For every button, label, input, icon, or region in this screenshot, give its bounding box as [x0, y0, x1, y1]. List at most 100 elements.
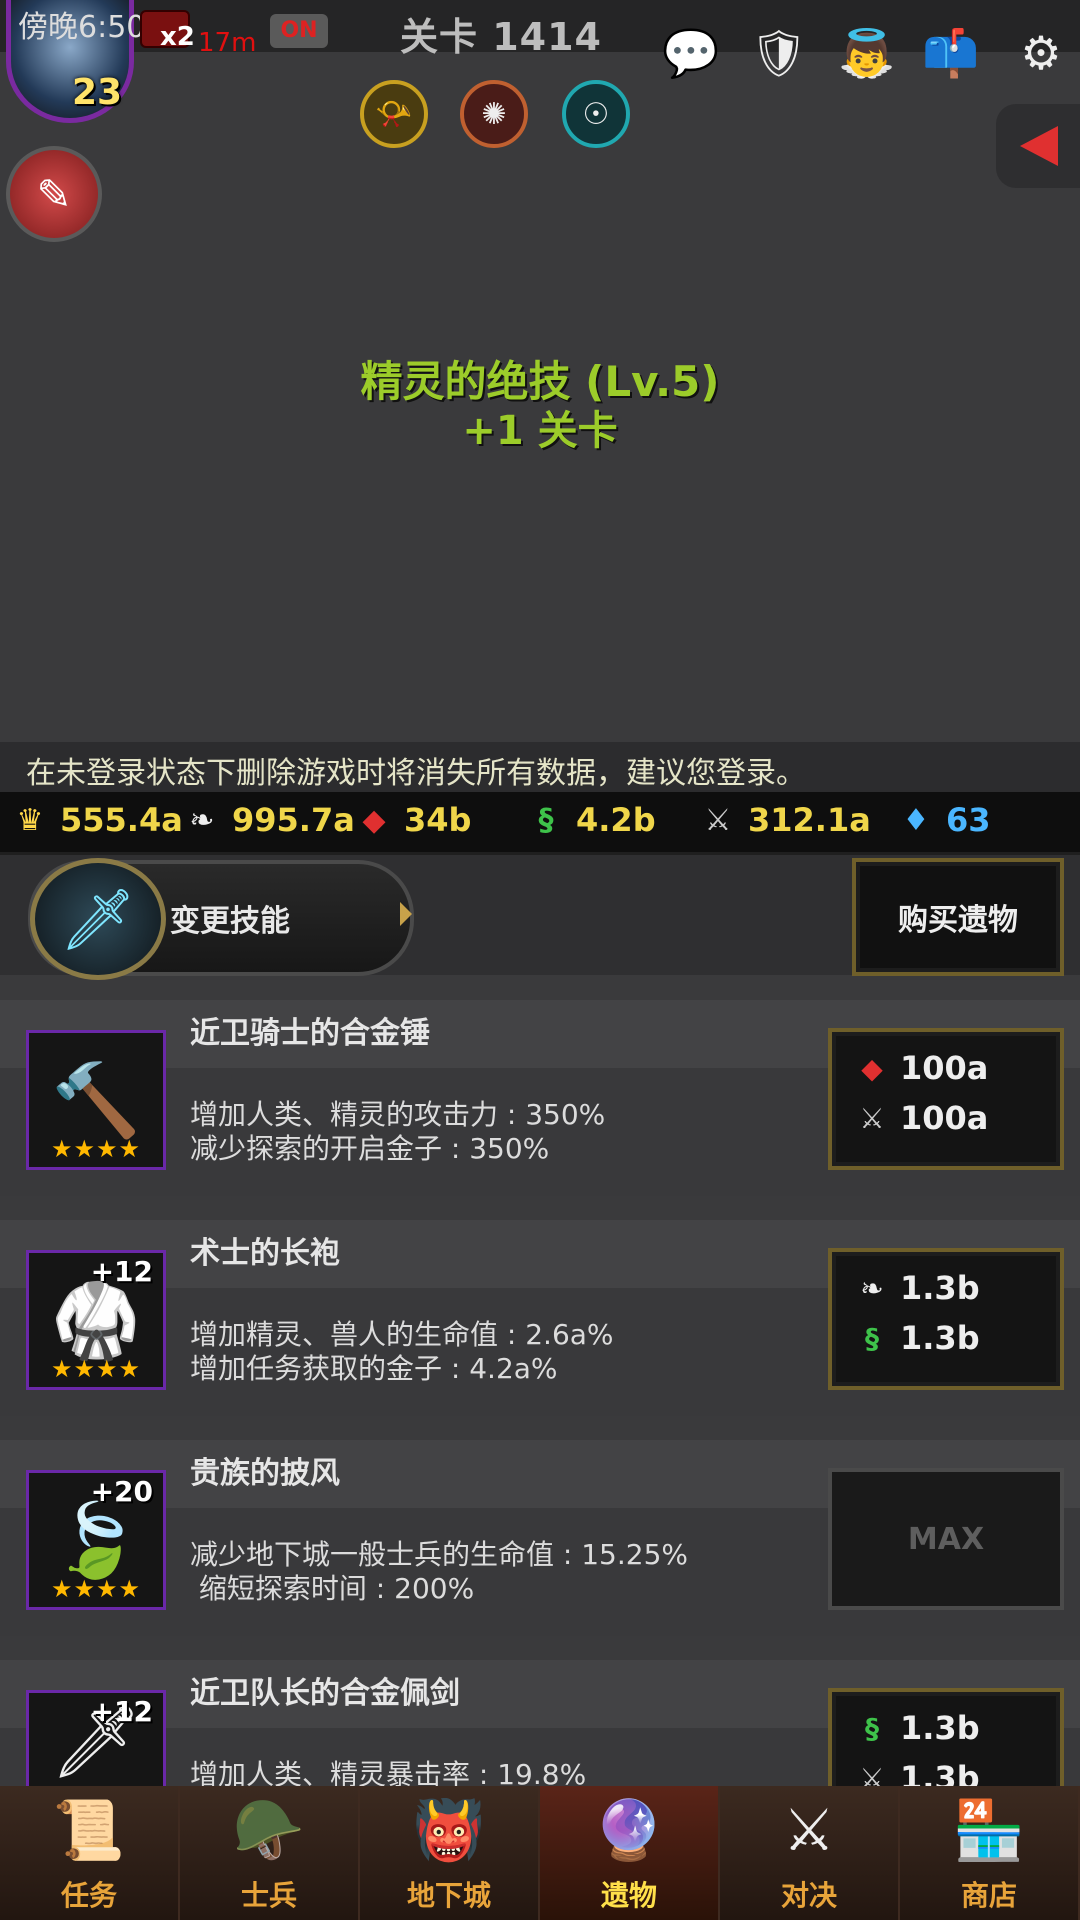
currency-item: ⚔ 312.1a — [696, 798, 871, 842]
relic-name: 贵族的披风 — [190, 1456, 340, 1491]
arrow-left-icon — [1020, 126, 1058, 166]
relic-name: 近卫骑士的合金锤 — [190, 1016, 430, 1051]
nav-tab-label: 士兵 — [240, 1879, 297, 1912]
scroll-icon: 📜 — [52, 1796, 126, 1864]
skill-notice-subtitle: +1 关卡 — [462, 408, 618, 454]
claw-icon: ⚔ — [704, 802, 732, 838]
helmet-icon: 🪖 — [232, 1796, 306, 1864]
currency-value: 995.7a — [232, 801, 355, 839]
relic-description: 增加人类、精灵的攻击力 : 350% 减少探索的开启金子 : 350% — [190, 1098, 606, 1165]
buy-relic-button[interactable]: 购买遗物 — [852, 858, 1064, 976]
crown-icon: ♛ — [16, 802, 44, 838]
login-warning-banner: 在未登录状态下删除游戏时将消失所有数据，建议您登录。 — [0, 742, 1080, 792]
claw-icon: ⚔ — [859, 1101, 885, 1135]
relic-upgrade-button[interactable]: § 1.3b ⚔ 1.3b — [828, 1688, 1064, 1797]
nav-tab-label: 对决 — [780, 1879, 837, 1912]
relic-name: 术士的长袍 — [190, 1236, 340, 1271]
auto-toggle[interactable]: ON — [270, 14, 328, 48]
cost-value: 100a — [900, 1049, 989, 1087]
nav-tab[interactable]: 🏪 商店 — [900, 1786, 1080, 1920]
relic-name: 近卫队长的合金佩剑 — [190, 1676, 460, 1711]
cost-value: 1.3b — [900, 1269, 980, 1307]
relic-item-icon[interactable]: 🍃 +20 ★★★★ — [26, 1470, 166, 1610]
shop-icon: 🏪 — [952, 1796, 1026, 1864]
relic-art-icon: 🔨 — [51, 1057, 141, 1142]
cleanup-button[interactable]: ✎ — [6, 146, 102, 242]
nav-tab[interactable]: ⚔ 对决 — [720, 1786, 900, 1920]
relic-upgrade-button[interactable]: ❧ 1.3b § 1.3b — [828, 1248, 1064, 1390]
nav-tab-label: 商店 — [960, 1879, 1017, 1912]
currency-item: ◆ 34b — [352, 798, 471, 842]
cost-line: ❧ 1.3b — [852, 1268, 980, 1308]
relic-item-icon[interactable]: 🥋 +12 ★★★★ — [26, 1250, 166, 1390]
nav-tab-label: 地下城 — [406, 1879, 491, 1912]
cost-line: § 1.3b — [852, 1318, 980, 1358]
relic-description: 增加精灵、兽人的生命值 : 2.6a% 增加任务获取的金子 : 4.2a% — [190, 1318, 614, 1385]
speed-multiplier: x2 — [160, 22, 195, 52]
stage-title: 关卡 1414 — [400, 15, 602, 59]
vine-icon: § — [865, 1711, 879, 1745]
monster-icon: 👹 — [412, 1796, 486, 1864]
orb-icon: 🔮 — [592, 1796, 666, 1864]
currency-value: 4.2b — [576, 801, 656, 839]
currency-value: 34b — [404, 801, 472, 839]
buff-horn-icon[interactable]: 📯 — [360, 80, 428, 148]
nav-tab-label: 遗物 — [600, 1879, 657, 1912]
relic-item-icon[interactable]: 🗡 +12 — [26, 1690, 166, 1792]
relic-star-rating: ★★★★ — [50, 1355, 142, 1383]
relic-art-icon: 🥋 — [51, 1277, 141, 1362]
relic-upgrade-level: +12 — [90, 1255, 153, 1288]
feather-icon: ❧ — [189, 802, 215, 838]
currency-item: § 4.2b — [524, 798, 656, 842]
cost-line: ⚔ 100a — [852, 1098, 988, 1138]
nav-tab[interactable]: 🪖 士兵 — [180, 1786, 360, 1920]
relic-max-button: MAX — [828, 1468, 1064, 1610]
guild-icon[interactable]: 🛡 — [748, 22, 810, 84]
nav-tab-label: 任务 — [60, 1879, 117, 1912]
nav-tab[interactable]: 👹 地下城 — [360, 1786, 540, 1920]
collapse-button[interactable] — [996, 104, 1080, 188]
relic-art-icon: 🍃 — [51, 1497, 141, 1582]
cost-value: 1.3b — [900, 1319, 980, 1357]
relic-description: 减少地下城一般士兵的生命值 : 15.25% 缩短探索时间 : 200% — [190, 1538, 688, 1605]
chat-icon[interactable]: 💬 — [660, 22, 722, 84]
hero-level: 23 — [72, 72, 123, 113]
cost-line: § 1.3b — [852, 1708, 980, 1748]
relic-upgrade-level: +20 — [90, 1475, 153, 1508]
relic-star-rating: ★★★★ — [50, 1575, 142, 1603]
skill-arrow-icon — [400, 902, 412, 926]
status-time: 傍晚6:50 — [18, 10, 146, 45]
angel-icon[interactable]: 👼 — [836, 22, 898, 84]
currency-bar: ♛ 555.4a ❧ 995.7a ◆ 34b § 4.2b ⚔ 312.1a ♦ 63 — [0, 792, 1080, 855]
red-gem-icon: ◆ — [362, 802, 386, 838]
currency-item: ♦ 63 — [894, 798, 991, 842]
settings-gear-icon[interactable]: ⚙ — [1010, 22, 1072, 84]
swords-icon: ⚔ — [783, 1796, 835, 1864]
buff-spirit-icon[interactable]: ☉ — [562, 80, 630, 148]
vine-icon: § — [865, 1321, 879, 1355]
red-gem-icon: ◆ — [861, 1051, 883, 1085]
relic-item-icon[interactable]: 🔨 ★★★★ — [26, 1030, 166, 1170]
relic-star-rating: ★★★★ — [50, 1135, 142, 1163]
currency-item: ♛ 555.4a — [8, 798, 183, 842]
change-skill-label: 变更技能 — [170, 904, 290, 939]
vine-icon: § — [538, 802, 554, 838]
nav-tab[interactable]: 📜 任务 — [0, 1786, 180, 1920]
diamond-icon: ♦ — [902, 802, 930, 838]
currency-item: ❧ 995.7a — [180, 798, 355, 842]
cost-line: ◆ 100a — [852, 1048, 988, 1088]
skill-sword-icon[interactable]: 🗡 — [30, 858, 166, 980]
currency-value: 63 — [946, 801, 991, 839]
cost-value: 1.3b — [900, 1709, 980, 1747]
cost-value: 100a — [900, 1099, 989, 1137]
currency-value: 312.1a — [748, 801, 871, 839]
feather-icon: ❧ — [860, 1271, 884, 1305]
mailbox-icon[interactable]: 📫 — [920, 22, 982, 84]
nav-tab[interactable]: 🔮 遗物 — [540, 1786, 720, 1920]
currency-value: 555.4a — [60, 801, 183, 839]
login-warning-text: 在未登录状态下删除游戏时将消失所有数据，建议您登录。 — [26, 756, 806, 791]
buff-flower-icon[interactable]: ✺ — [460, 80, 528, 148]
relic-upgrade-level: +12 — [90, 1695, 153, 1728]
speed-timer: 17m — [198, 28, 257, 58]
relic-upgrade-button[interactable]: ◆ 100a ⚔ 100a — [828, 1028, 1064, 1170]
